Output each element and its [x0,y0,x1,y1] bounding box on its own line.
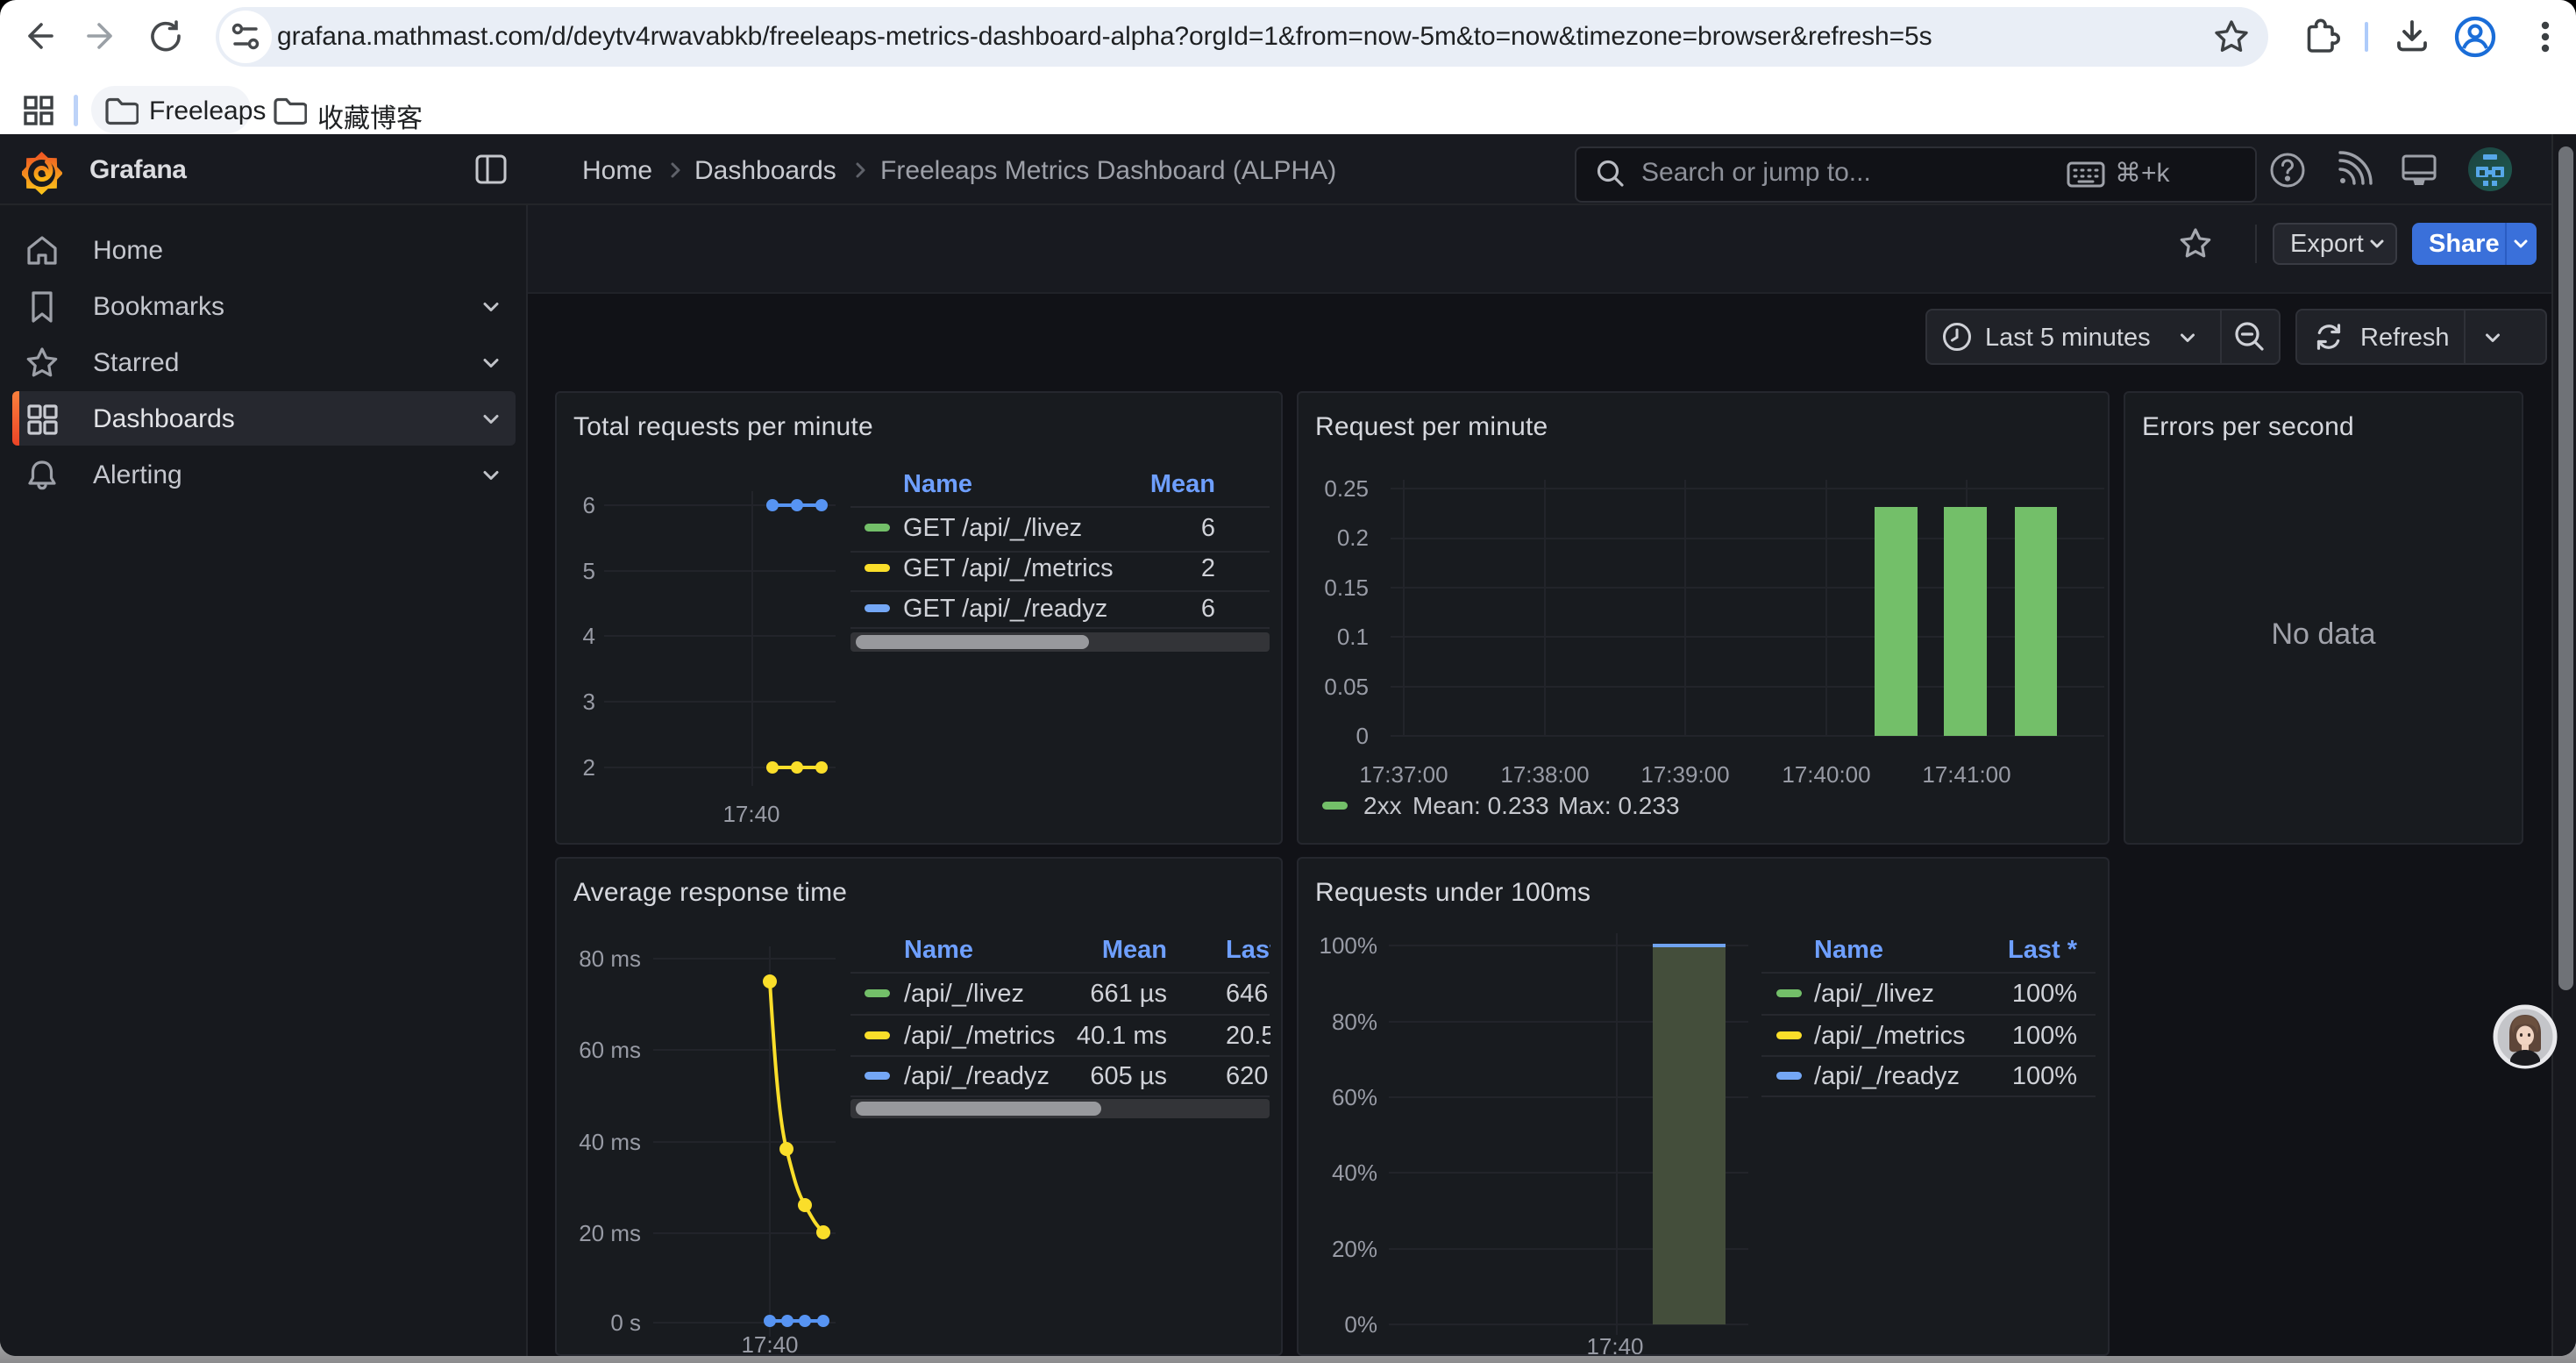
svg-text:4: 4 [583,623,595,649]
svg-text:80 ms: 80 ms [579,946,641,972]
svg-text:Max: 0.233: Max: 0.233 [1558,792,1680,819]
svg-text:5: 5 [583,558,595,584]
svg-text:17:40: 17:40 [1586,1333,1643,1354]
svg-text:17:41:00: 17:41:00 [1922,761,2010,788]
svg-text:80%: 80% [1332,1009,1377,1035]
svg-text:20 ms: 20 ms [579,1220,641,1246]
svg-text:17:40:00: 17:40:00 [1782,761,1870,788]
svg-text:2: 2 [583,754,595,781]
svg-text:40%: 40% [1332,1160,1377,1186]
svg-text:0.15: 0.15 [1324,574,1369,601]
svg-text:0.05: 0.05 [1324,674,1369,700]
svg-text:0 s: 0 s [610,1309,641,1336]
svg-text:2xx: 2xx [1363,792,1402,819]
svg-text:0.25: 0.25 [1324,475,1369,502]
svg-text:17:38:00: 17:38:00 [1500,761,1589,788]
svg-text:0%: 0% [1344,1311,1377,1338]
svg-text:17:40: 17:40 [722,801,779,827]
svg-text:Mean: 0.233: Mean: 0.233 [1413,792,1549,819]
svg-text:6: 6 [583,492,595,518]
svg-text:17:40: 17:40 [741,1331,798,1354]
svg-text:60 ms: 60 ms [579,1037,641,1063]
svg-text:100%: 100% [1320,932,1378,959]
svg-text:40 ms: 40 ms [579,1129,641,1155]
svg-text:3: 3 [583,689,595,715]
svg-text:17:37:00: 17:37:00 [1359,761,1448,788]
svg-text:20%: 20% [1332,1236,1377,1262]
svg-text:0.1: 0.1 [1337,624,1369,650]
svg-text:17:39:00: 17:39:00 [1640,761,1729,788]
svg-text:0.2: 0.2 [1337,525,1369,551]
svg-text:0: 0 [1356,723,1369,749]
svg-text:60%: 60% [1332,1084,1377,1110]
